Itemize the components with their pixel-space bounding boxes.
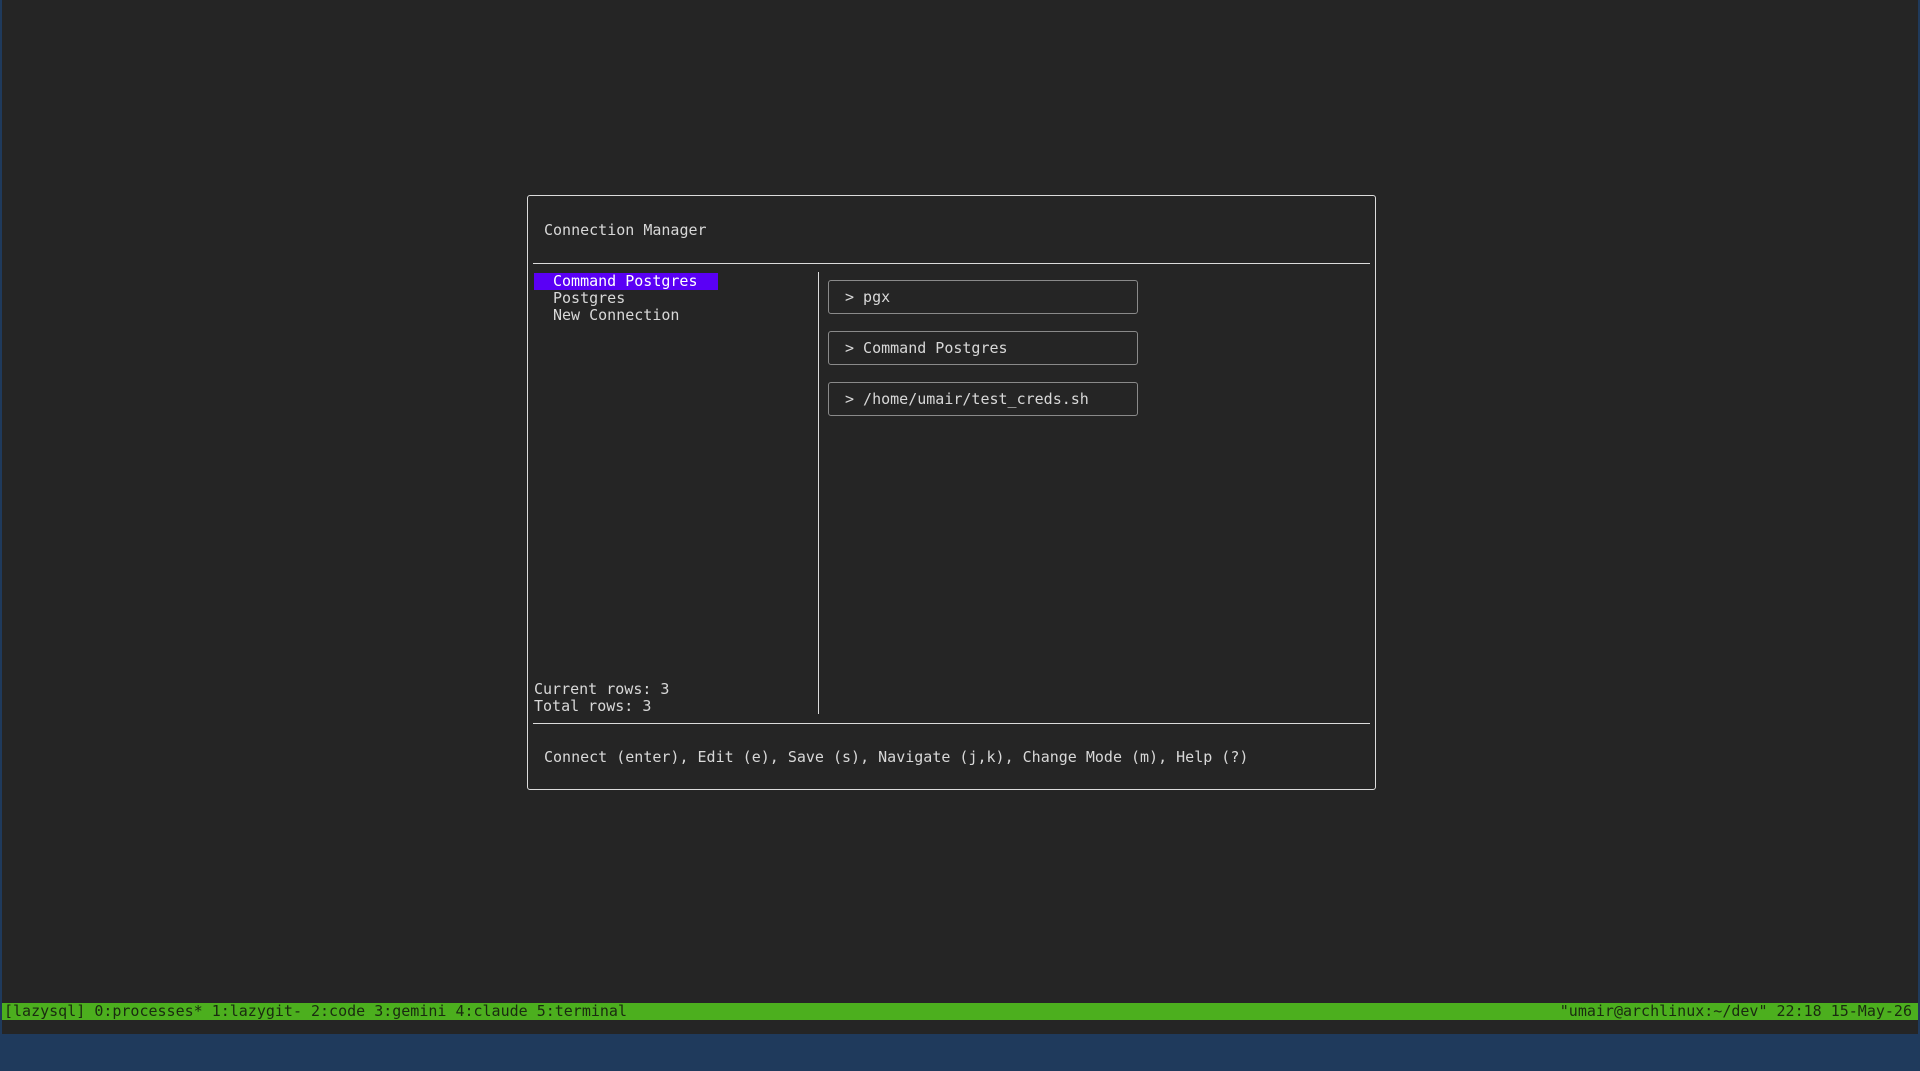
screen-bottom [2,1020,1918,1034]
session-name: [lazysql] [4,1002,86,1020]
rows-info: Current rows: 3 Total rows: 3 [534,681,669,715]
detail-command: > /home/umair/test_creds.sh [828,382,1138,416]
connection-manager-dialog: Connection Manager Command Postgres Post… [527,195,1376,790]
host-path: "umair@archlinux:~/dev" [1559,1002,1768,1020]
divider-top [533,263,1370,264]
clock-time: 22:18 [1776,1002,1822,1020]
divider-bottom [533,723,1370,724]
window-tab-processes[interactable]: 0:processes* [94,1002,202,1020]
keybinding-help: Connect (enter), Edit (e), Save (s), Nav… [544,748,1249,766]
window-tab-code[interactable]: 2:code [311,1002,365,1020]
clock-date: 15-May-26 [1830,1002,1912,1020]
status-left: [lazysql] 0:processes* 1:lazygit- 2:code 3:… [4,1003,636,1020]
divider-vertical [818,272,819,714]
current-rows: Current rows: 3 [534,680,670,698]
connection-list: Command Postgres Postgres New Connection [534,273,718,324]
dialog-title: Connection Manager [544,221,707,239]
window-tab-lazygit[interactable]: 1:lazygit- [212,1002,302,1020]
terminal-screen: Connection Manager Command Postgres Post… [2,0,1918,1034]
detail-name: > Command Postgres [828,331,1138,365]
connection-item-postgres[interactable]: Postgres [534,290,645,307]
connection-item-new-connection[interactable]: New Connection [534,307,699,324]
window-tab-claude[interactable]: 4:claude [455,1002,527,1020]
window-tab-terminal[interactable]: 5:terminal [537,1002,627,1020]
window-list: 0:processes* 1:lazygit- 2:code 3:gemini 4:cl… [94,1002,636,1020]
status-right: "umair@archlinux:~/dev" 22:18 15-May-26 [1560,1003,1912,1020]
detail-driver: > pgx [828,280,1138,314]
tmux-status-bar: [lazysql] 0:processes* 1:lazygit- 2:code 3:… [2,1003,1918,1020]
connection-item-command-postgres[interactable]: Command Postgres [534,273,718,290]
total-rows: Total rows: 3 [534,697,652,715]
window-tab-gemini[interactable]: 3:gemini [374,1002,446,1020]
